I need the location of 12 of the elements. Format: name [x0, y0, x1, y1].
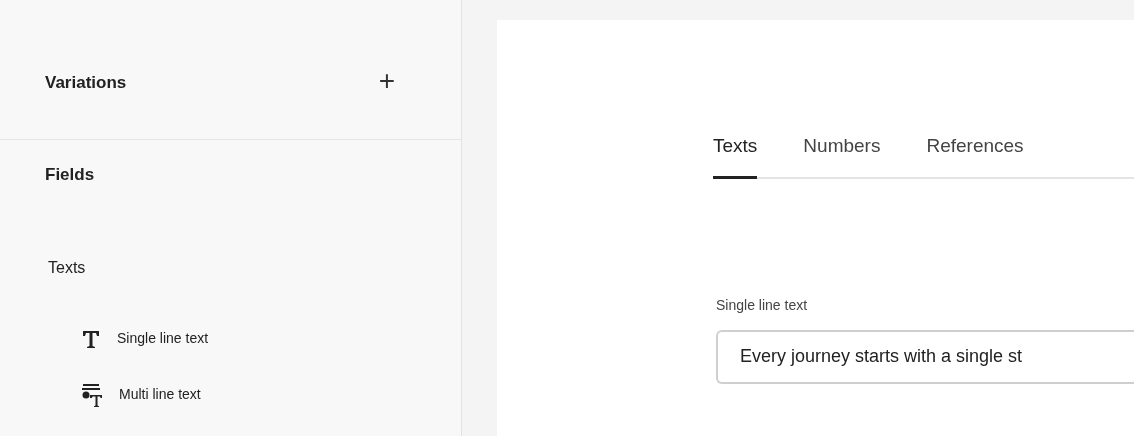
section-title: Variations: [45, 71, 127, 94]
field-label: Single line text: [716, 295, 809, 315]
tab[interactable]: References: [926, 132, 1024, 179]
group-title: Texts: [47, 257, 87, 278]
add-button[interactable]: +: [378, 67, 395, 95]
tab[interactable]: Numbers: [803, 132, 881, 179]
text-field[interactable]: Every journey starts with a single st: [716, 329, 1134, 384]
multiline-text-icon: [80, 381, 104, 408]
field-type-item[interactable]: Single line text: [80, 325, 461, 352]
section-title: Fields: [45, 164, 96, 186]
tab[interactable]: Texts: [713, 132, 758, 179]
field-type-item[interactable]: Multi line text: [80, 381, 461, 408]
